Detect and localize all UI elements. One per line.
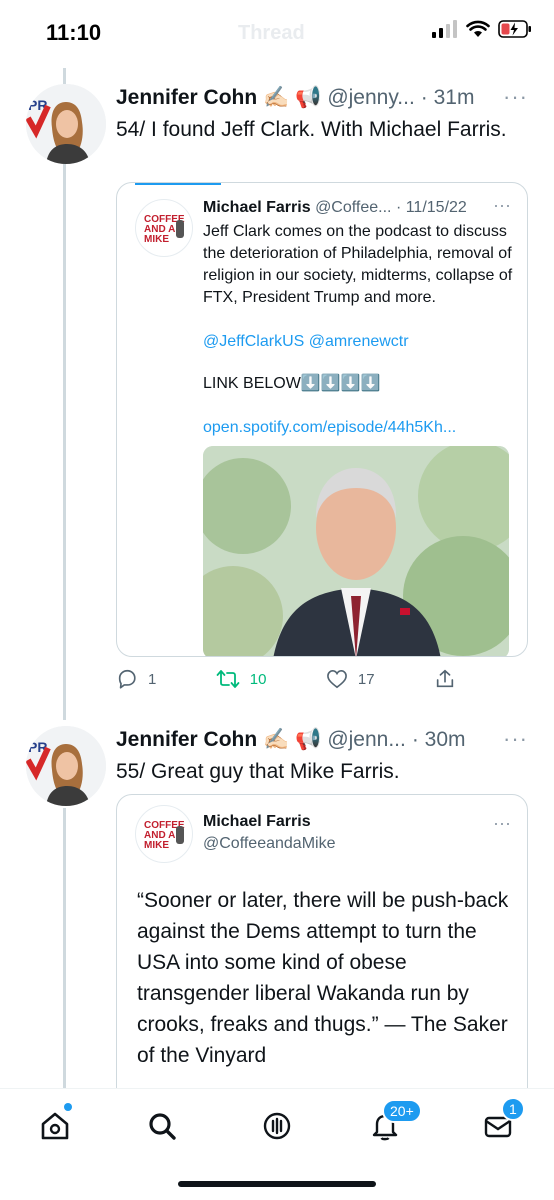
home-indicator — [178, 1181, 376, 1187]
status-bar: 11:10 Thread — [0, 0, 554, 68]
quoted-author-name[interactable]: Michael Farris — [203, 199, 311, 216]
quoted-header: Michael Farris @Coffee... · 11/15/22 — [203, 199, 467, 217]
more-options-icon[interactable]: ··· — [503, 84, 528, 110]
share-button[interactable] — [434, 668, 456, 690]
spaces-icon — [263, 1112, 291, 1140]
more-options-icon[interactable]: ··· — [503, 726, 528, 752]
nav-home[interactable] — [38, 1103, 72, 1143]
avatar[interactable]: PR — [26, 726, 106, 806]
svg-text:MIKE: MIKE — [144, 840, 169, 851]
search-icon — [149, 1113, 176, 1140]
svg-text:MIKE: MIKE — [144, 234, 169, 245]
status-icons — [432, 20, 532, 38]
quoted-meta: @Coffee... · 11/15/22 — [315, 199, 467, 216]
author-emoji: ✍🏻 📢 — [263, 728, 322, 751]
quoted-avatar[interactable]: COFFEE AND A MIKE — [135, 805, 193, 863]
author-name[interactable]: Jennifer Cohn — [116, 728, 257, 752]
nav-notifications[interactable]: 20+ — [368, 1099, 422, 1143]
quoted-tweet[interactable]: COFFEE AND A MIKE Michael Farris @Coffee… — [116, 794, 528, 1114]
author-handle[interactable]: @jenn... — [327, 728, 406, 752]
avatar-image: PR — [26, 84, 106, 164]
quoted-header: Michael Farris — [203, 813, 311, 831]
coffee-and-mike-logo: COFFEE AND A MIKE — [144, 214, 185, 245]
heart-icon — [326, 669, 347, 689]
wifi-icon — [466, 20, 490, 37]
quoted-author-name[interactable]: Michael Farris — [203, 813, 311, 830]
quoted-handle[interactable]: @CoffeeandaMike — [203, 835, 335, 852]
nav-messages[interactable]: 1 — [481, 1097, 525, 1143]
tweet-age: · 31m — [420, 86, 475, 109]
retweet-count: 10 — [249, 670, 267, 688]
unread-dot — [64, 1103, 72, 1111]
quoted-link-below: LINK BELOW⬇️⬇️⬇️⬇️ — [203, 375, 381, 392]
author-name[interactable]: Jennifer Cohn — [116, 86, 257, 110]
home-icon — [41, 1112, 69, 1140]
reply-button[interactable]: 1 — [116, 668, 156, 690]
quoted-handle-row: @CoffeeandaMike — [203, 835, 335, 853]
notifications-badge: 20+ — [382, 1099, 422, 1123]
retweet-icon — [216, 670, 240, 688]
retweet-button[interactable]: 10 — [216, 668, 267, 690]
avatar[interactable]: PR — [26, 84, 106, 164]
video-progress-bar — [135, 183, 221, 185]
tweet-text: 54/ I found Jeff Clark. With Michael Far… — [116, 118, 507, 141]
share-icon — [436, 669, 454, 688]
quoted-tweet[interactable]: COFFEE AND A MIKE Michael Farris @Coffee… — [116, 182, 528, 657]
author-emoji: ✍🏻 📢 — [263, 86, 322, 109]
portrait-image — [203, 446, 509, 656]
avatar-image: PR — [26, 726, 106, 806]
quoted-more-icon[interactable]: ··· — [493, 813, 511, 834]
like-count: 17 — [357, 670, 375, 688]
thread-connector-line — [63, 808, 66, 1098]
nav-search[interactable] — [145, 1109, 179, 1143]
thread-connector-line — [63, 66, 66, 84]
tweet-text: 55/ Great guy that Mike Farris. — [116, 760, 400, 783]
cellular-signal-icon — [432, 20, 457, 38]
tweet-actions: 1 10 17 — [116, 668, 456, 690]
coffee-and-mike-logo: COFFEE AND A MIKE — [144, 820, 185, 851]
quoted-more-icon[interactable]: ··· — [493, 195, 511, 216]
quoted-mentions[interactable]: @JeffClarkUS @amrenewctr — [203, 331, 513, 353]
quoted-avatar[interactable]: COFFEE AND A MIKE — [135, 199, 193, 257]
thread-title: Thread — [238, 22, 305, 44]
messages-badge: 1 — [501, 1097, 525, 1121]
nav-spaces[interactable] — [260, 1109, 294, 1143]
status-time: 11:10 — [46, 20, 102, 45]
author-handle[interactable]: @jenny... — [327, 86, 414, 110]
thread-connector-line — [63, 160, 66, 720]
quoted-url[interactable]: open.spotify.com/episode/44h5Kh... — [203, 417, 513, 439]
quoted-photo[interactable] — [203, 446, 509, 656]
reply-count: 1 — [148, 670, 157, 688]
battery-charging-icon — [498, 20, 531, 38]
quoted-text: Jeff Clark comes on the podcast to discu… — [203, 223, 513, 306]
like-button[interactable]: 17 — [326, 669, 375, 689]
tweet-age: · 30m — [411, 728, 466, 751]
reply-icon — [118, 669, 136, 689]
quoted-text: “Sooner or later, there will be push-bac… — [137, 889, 509, 1067]
